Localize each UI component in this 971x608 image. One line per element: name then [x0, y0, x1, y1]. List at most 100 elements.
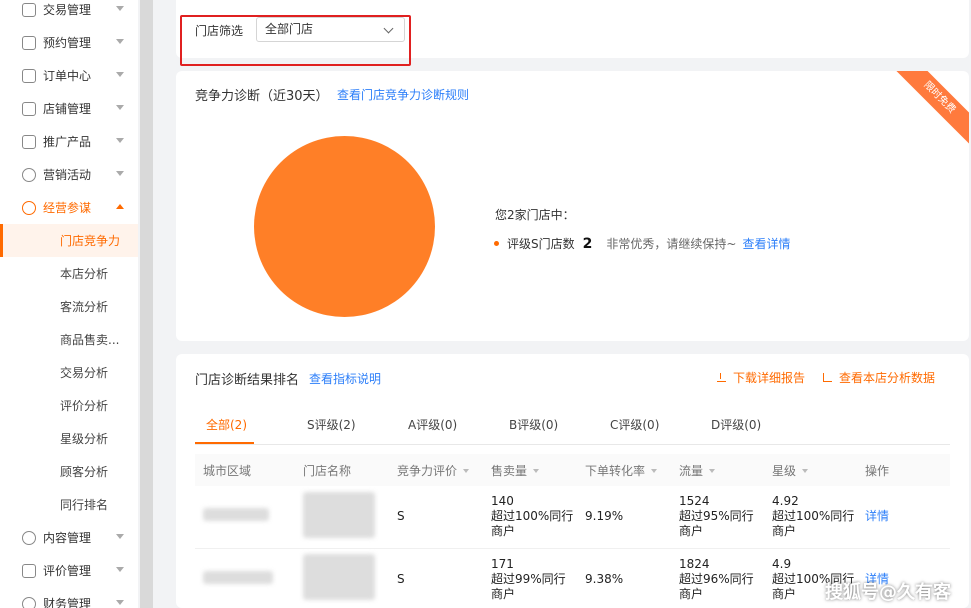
- chevron-up-icon: [116, 204, 124, 209]
- sidebar-item-promotion[interactable]: 推广产品: [0, 125, 138, 158]
- chevron-down-icon: [116, 138, 124, 143]
- tab-grade-d[interactable]: D评级(0): [700, 416, 801, 444]
- view-analysis-label: 查看本店分析数据: [838, 371, 935, 385]
- watermark: 搜狐号@久有客: [825, 582, 951, 603]
- sidebar-item-booking[interactable]: 预约管理: [0, 26, 138, 59]
- cell-sales: 171 超过99%同行商户: [483, 548, 577, 608]
- clipboard-icon: [22, 68, 36, 83]
- column-header-conversion[interactable]: 下单转化率: [577, 454, 671, 486]
- sidebar-item-label: 预约管理: [43, 36, 92, 50]
- grade-count: 2: [582, 235, 593, 252]
- sidebar-item-trade[interactable]: 交易管理: [0, 0, 138, 26]
- ranking-actions: 下载详细报告 查看本店分析数据: [716, 369, 935, 386]
- thumbs-up-icon: [22, 563, 36, 578]
- chevron-down-icon: [116, 600, 124, 605]
- sidebar-item-label: 订单中心: [43, 69, 92, 83]
- sort-icon[interactable]: [533, 469, 540, 473]
- download-icon: [716, 373, 726, 382]
- blurred-city: [203, 570, 273, 584]
- sort-icon[interactable]: [802, 469, 809, 473]
- grade-detail-link[interactable]: 查看详情: [742, 235, 790, 252]
- sales-note: 超过100%同行商户: [491, 509, 574, 538]
- diagnosis-rule-link[interactable]: 查看门店竞争力诊断规则: [337, 86, 469, 103]
- column-header-label: 流量: [679, 463, 704, 478]
- grade-dot: [494, 241, 499, 246]
- ranking-card: 门店诊断结果排名 查看指标说明 下载详细报告 查看本店分析数据 全部(2) S评…: [176, 354, 969, 608]
- sales-note: 超过99%同行商户: [491, 571, 566, 601]
- sidebar-item-reviews[interactable]: 评价管理: [0, 554, 138, 587]
- sidebar-scrollbar[interactable]: [140, 0, 153, 608]
- detail-link[interactable]: 详情: [857, 486, 950, 549]
- sidebar-item-marketing[interactable]: 营销活动: [0, 158, 138, 191]
- diagnosis-summary: 您2家门店中：: [495, 208, 575, 222]
- user-icon: [22, 167, 36, 182]
- cell-star: 4.92 超过100%同行商户: [764, 486, 857, 549]
- chevron-down-icon: [116, 39, 124, 44]
- download-report-button[interactable]: 下载详细报告: [716, 369, 805, 386]
- column-header-grade[interactable]: 竞争力评价: [389, 454, 483, 486]
- sidebar-subitem-traffic-analysis[interactable]: 客流分析: [0, 290, 138, 323]
- traffic-note: 超过95%同行商户: [679, 509, 754, 538]
- column-header-sales[interactable]: 售卖量: [483, 454, 577, 486]
- traffic-value: 1524: [679, 494, 710, 508]
- diagnosis-title: 竞争力诊断（近30天）: [195, 89, 329, 104]
- tab-grade-c[interactable]: C评级(0): [599, 416, 700, 444]
- store-icon: [22, 101, 36, 116]
- sidebar-item-business-advisor[interactable]: 经营参谋: [0, 191, 138, 224]
- cell-store: [295, 486, 389, 549]
- sidebar-subitem-product-sales[interactable]: 商品售卖...: [0, 323, 138, 356]
- sidebar-subitem-store-analysis[interactable]: 本店分析: [0, 257, 138, 290]
- sidebar-subitem-review-analysis[interactable]: 评价分析: [0, 389, 138, 422]
- blurred-store: [303, 554, 375, 600]
- cell-store: [295, 548, 389, 608]
- column-header-action: 操作: [857, 454, 950, 486]
- sidebar-item-content[interactable]: 内容管理: [0, 521, 138, 554]
- grade-row: 评级S门店数 2 非常优秀，请继续保持~ 查看详情: [494, 235, 790, 252]
- tab-grade-b[interactable]: B评级(0): [498, 416, 599, 444]
- sort-icon[interactable]: [651, 469, 658, 473]
- pie-slice-s: [254, 136, 435, 317]
- download-report-label: 下载详细报告: [732, 371, 805, 385]
- cell-conversion: 9.38%: [577, 548, 671, 608]
- sidebar-subitem-store-competitiveness[interactable]: 门店竞争力: [0, 224, 138, 257]
- cell-city: [195, 486, 295, 549]
- sidebar: 交易管理 预约管理 订单中心 店铺管理 推广产品 营销活动 经营参谋 门店竞争力…: [0, 0, 138, 608]
- column-header-store: 门店名称: [295, 454, 389, 486]
- column-header-traffic[interactable]: 流量: [671, 454, 764, 486]
- column-header-label: 下单转化率: [585, 463, 646, 478]
- sidebar-item-label: 店铺管理: [43, 102, 92, 116]
- tab-grade-s[interactable]: S评级(2): [296, 416, 397, 444]
- sort-icon[interactable]: [709, 469, 716, 473]
- column-header-star[interactable]: 星级: [764, 454, 857, 486]
- content-icon: [22, 530, 36, 545]
- sidebar-subitem-customer-analysis[interactable]: 顾客分析: [0, 455, 138, 488]
- sidebar-subitem-peer-ranking[interactable]: 同行排名: [0, 488, 138, 521]
- sort-icon[interactable]: [463, 469, 470, 473]
- sidebar-item-finance[interactable]: 财务管理: [0, 587, 138, 608]
- chevron-down-icon: [116, 567, 124, 572]
- indicator-link[interactable]: 查看指标说明: [309, 370, 381, 387]
- tabs-divider: [195, 444, 950, 445]
- cell-conversion: 9.19%: [577, 486, 671, 549]
- calendar-icon: [22, 2, 36, 17]
- sidebar-item-orders[interactable]: 订单中心: [0, 59, 138, 92]
- blurred-city: [203, 508, 269, 522]
- view-analysis-button[interactable]: 查看本店分析数据: [822, 369, 935, 386]
- cell-sales: 140 超过100%同行商户: [483, 486, 577, 549]
- highlight-box: [180, 15, 411, 66]
- sidebar-item-label: 内容管理: [43, 531, 92, 545]
- column-header-city: 城市区域: [195, 454, 295, 486]
- column-header-label: 星级: [772, 463, 797, 478]
- tab-all[interactable]: 全部(2): [195, 416, 254, 444]
- check-square-icon: [22, 35, 36, 50]
- sidebar-item-store[interactable]: 店铺管理: [0, 92, 138, 125]
- sidebar-subitem-trade-analysis[interactable]: 交易分析: [0, 356, 138, 389]
- sales-value: 171: [491, 556, 514, 571]
- dashboard-icon: [22, 200, 36, 215]
- sidebar-subitem-star-analysis[interactable]: 星级分析: [0, 422, 138, 455]
- sidebar-item-label: 财务管理: [43, 597, 92, 608]
- megaphone-icon: [22, 134, 36, 149]
- chevron-down-icon: [116, 105, 124, 110]
- star-value: 4.9: [772, 556, 792, 571]
- tab-grade-a[interactable]: A评级(0): [397, 416, 498, 444]
